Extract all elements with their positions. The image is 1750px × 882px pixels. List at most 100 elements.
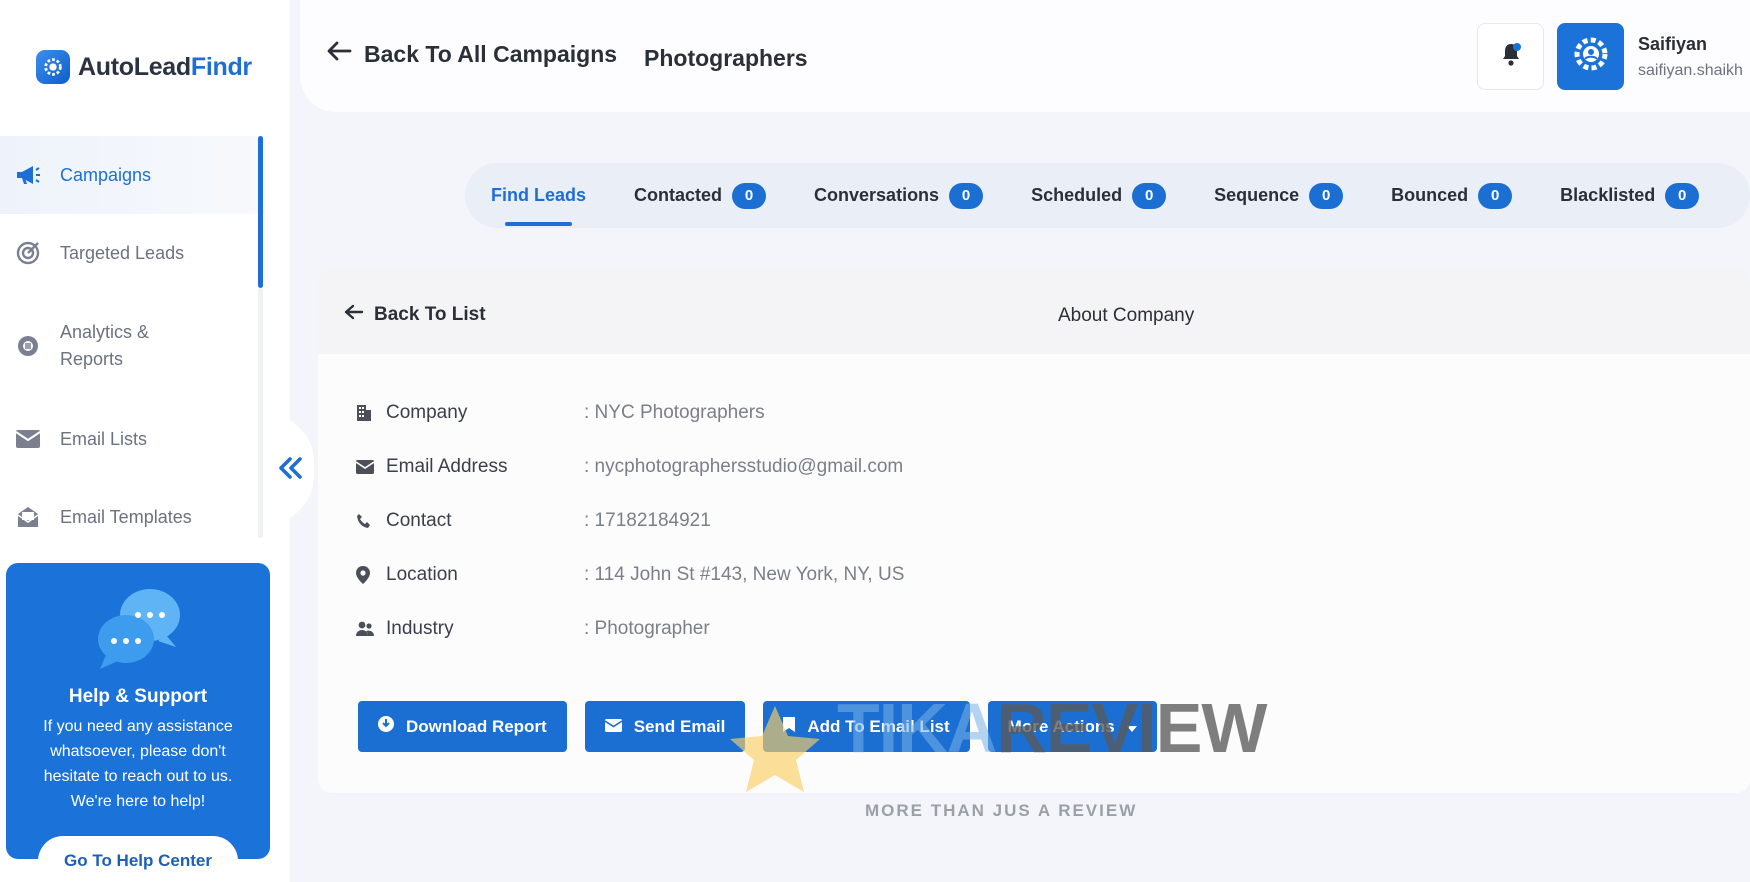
sidebar-item-analytics[interactable]: Analytics & Reports [0,292,264,400]
button-label: Add To Email List [807,716,950,736]
tab-label: Sequence [1214,185,1300,205]
field-email-address: Email Address : nycphotographersstudio@g… [356,440,904,494]
envelope-icon [356,460,380,474]
tab-label: Find Leads [491,185,587,205]
tab-bounced[interactable]: Bounced 0 [1391,163,1513,228]
count-badge: 0 [1665,182,1700,209]
tab-label: Scheduled [1031,185,1123,205]
envelope-icon [604,717,623,737]
button-label: Send Email [633,716,726,736]
sidebar-item-campaigns[interactable]: Campaigns [0,136,264,214]
back-to-all-campaigns-link[interactable]: Back To All Campaigns [326,40,617,68]
double-chevron-left-icon [277,450,303,489]
brand-logo[interactable]: AutoLeadFindr [36,50,252,84]
user-email: saifiyan.shaikh [1638,62,1743,79]
tab-blacklisted[interactable]: Blacklisted 0 [1560,163,1700,228]
tab-scheduled[interactable]: Scheduled 0 [1031,163,1167,228]
tab-contacted[interactable]: Contacted 0 [634,163,767,228]
action-buttons: Download Report Send Email Add To Email … [358,701,1157,752]
field-contact: Contact : 17182184921 [356,494,904,548]
sidebar-item-label: Analytics & Reports [60,322,150,369]
field-company: Company : NYC Photographers [356,386,904,440]
building-icon [356,404,380,422]
top-header: Back To All Campaigns Photographers Saif… [300,0,1750,112]
tab-label: Contacted [634,185,723,205]
people-icon [356,621,380,637]
tab-sequence[interactable]: Sequence 0 [1214,163,1344,228]
field-label: Contact [386,510,452,531]
go-to-help-center-button[interactable]: Go To Help Center [38,836,238,882]
download-report-button[interactable]: Download Report [358,701,567,752]
count-badge: 0 [1478,182,1513,209]
field-industry: Industry : Photographer [356,602,904,656]
tab-label: Bounced [1391,185,1469,205]
field-value[interactable]: : 17182184921 [584,510,711,532]
sidebar-item-email-lists[interactable]: Email Lists [0,400,264,478]
logo-gear-icon [36,50,70,84]
sidebar-item-email-templates[interactable]: Email Templates [0,478,264,556]
company-detail-card: Back To List About Company Company : NYC… [318,268,1750,793]
help-title: Help & Support [68,686,208,707]
sidebar-scrollbar-track[interactable] [258,288,263,538]
field-value: : Photographer [584,618,710,639]
field-label: Email Address [386,456,508,477]
megaphone-icon [12,159,44,191]
tab-label: Conversations [814,185,940,205]
campaign-title: Photographers [644,45,808,71]
arrow-left-icon [344,304,364,326]
caret-down-icon [1126,717,1137,737]
field-value[interactable]: : nycphotographersstudio@gmail.com [584,456,903,478]
field-label: Industry [386,618,454,639]
collapse-sidebar-button[interactable] [266,414,314,524]
card-header: Back To List About Company [318,268,1750,354]
sidebar-item-label: Email Lists [60,428,148,449]
count-badge: 0 [1132,182,1167,209]
button-label: Download Report [406,716,547,736]
location-pin-icon [356,566,380,584]
bookmark-icon [783,716,796,737]
more-actions-dropdown[interactable]: More Actions [987,701,1157,752]
sidebar-item-label: Campaigns [60,164,152,185]
company-fields: Company : NYC Photographers Email Addres… [356,386,904,656]
download-icon [378,716,394,737]
target-icon [12,237,44,269]
notifications-button[interactable] [1477,23,1544,90]
field-label: Company [386,402,468,423]
field-value: : NYC Photographers [584,402,765,423]
add-to-email-list-button[interactable]: Add To Email List [763,701,970,752]
field-location: Location : 114 John St #143, New York, N… [356,548,904,602]
sidebar: AutoLeadFindr Campaigns Targeted Leads A… [0,0,290,882]
section-title: About Company [1058,305,1195,326]
watermark-tagline: MORE THAN JUS A REVIEW [865,801,1138,820]
count-badge: 0 [1309,182,1344,209]
help-support-card: Help & Support If you need any assistanc… [6,563,270,882]
tab-conversations[interactable]: Conversations 0 [814,163,984,228]
send-email-button[interactable]: Send Email [584,701,746,752]
envelope-icon [12,423,44,455]
chat-bubbles-icon [96,585,186,671]
field-label: Location [386,564,458,585]
sidebar-nav: Campaigns Targeted Leads Analytics & Rep… [0,136,264,556]
analytics-icon [12,330,44,362]
back-to-list-label: Back To List [374,304,486,325]
brand-name-accent: Findr [190,52,252,81]
lead-status-tabs: Find Leads Contacted 0 Conversations 0 S… [465,163,1750,228]
arrow-left-icon [326,40,352,68]
sidebar-item-label: Email Templates [60,506,192,527]
count-badge: 0 [949,182,984,209]
brand-name-part: AutoLead [78,52,191,81]
count-badge: 0 [732,182,767,209]
tab-find-leads[interactable]: Find Leads [491,163,586,228]
tab-label: Blacklisted [1560,185,1656,205]
field-value: : 114 John St #143, New York, NY, US [584,564,905,585]
avatar[interactable] [1557,23,1624,90]
sidebar-scrollbar-thumb[interactable] [258,136,263,288]
user-name: Saifiyan [1638,34,1708,54]
template-icon [12,501,44,533]
sidebar-item-targeted-leads[interactable]: Targeted Leads [0,214,264,292]
back-to-list-link[interactable]: Back To List [344,304,486,326]
button-label: More Actions [1007,716,1115,736]
user-gear-icon [1571,34,1611,79]
brand-name: AutoLeadFindr [78,53,252,82]
bell-icon [1499,41,1523,72]
